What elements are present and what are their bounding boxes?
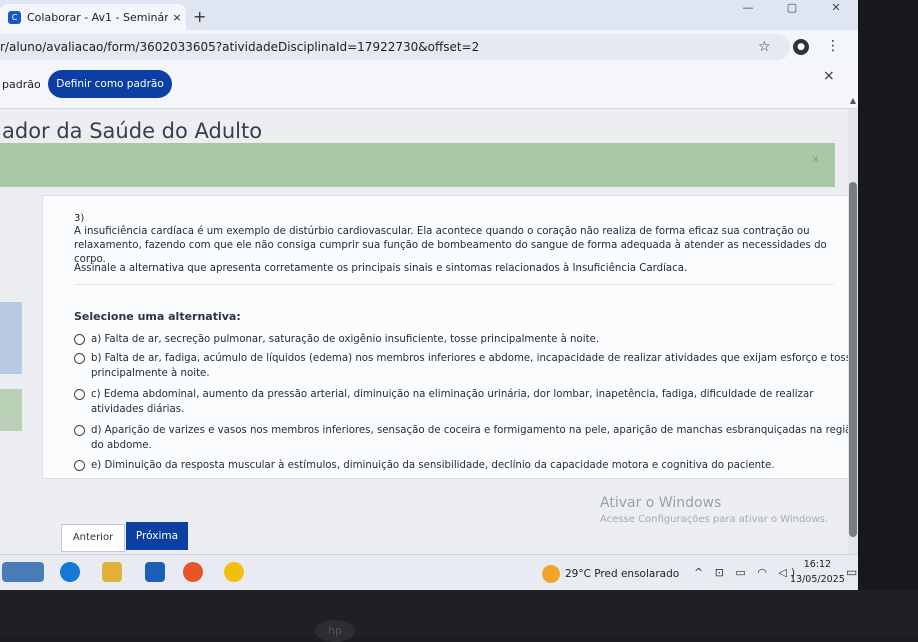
chrome-icon[interactable] [224, 562, 244, 582]
question-text: A insuficiência cardíaca é um exemplo de… [74, 226, 827, 265]
taskbar: 29°C Pred ensolarado ^ ⊡ ▭ ◠ ◁) 16:12 13… [0, 554, 858, 590]
edge-icon[interactable] [60, 562, 80, 582]
option-label: c) Edema abdominal, aumento da pressão a… [91, 389, 814, 415]
band-close-icon[interactable]: × [812, 155, 820, 165]
set-default-button[interactable]: Definir como padrão [48, 70, 172, 98]
system-tray-icons[interactable]: ^ ⊡ ▭ ◠ ◁) [694, 566, 799, 579]
address-bar-row: r/aluno/avaliacao/form/3602033605?ativid… [0, 30, 858, 64]
notification-icon[interactable]: ▭ [846, 565, 857, 579]
screen: C Colaborar - Av1 - Seminário Int × + — … [0, 0, 858, 590]
header-band: × [0, 143, 835, 187]
side-panel-block [0, 389, 22, 431]
question-card: 3) A insuficiência cardíaca é um exemplo… [42, 195, 848, 479]
option-b[interactable]: b) Falta de ar, fadiga, acúmulo de líqui… [74, 351, 848, 381]
scrollbar-thumb[interactable] [849, 182, 857, 537]
mail-icon[interactable] [145, 562, 165, 582]
side-panel-block [0, 302, 22, 374]
select-label: Selecione uma alternativa: [74, 310, 241, 323]
favicon-icon: C [8, 10, 21, 24]
profile-icon[interactable]: ● [793, 39, 809, 55]
widgets-icon[interactable] [2, 562, 44, 582]
previous-button[interactable]: Anterior [61, 524, 125, 552]
radio-button[interactable] [74, 389, 85, 400]
screen-bezel [0, 590, 918, 637]
radio-button[interactable] [74, 353, 85, 364]
tab-strip: C Colaborar - Av1 - Seminário Int × + — … [0, 0, 858, 30]
clock-time: 16:12 [803, 559, 832, 570]
activate-windows-subtitle: Acesse Configurações para ativar o Windo… [600, 514, 829, 525]
infobar-text: padrão [2, 78, 41, 91]
bookmark-star-icon[interactable]: ☆ [758, 39, 771, 55]
page-title: ador da Saúde do Adulto [2, 119, 263, 143]
option-c[interactable]: c) Edema abdominal, aumento da pressão a… [74, 387, 848, 417]
hp-logo-icon: hp [315, 620, 355, 642]
weather-text[interactable]: 29°C Pred ensolarado [565, 568, 679, 580]
maximize-button[interactable]: ▢ [770, 0, 814, 20]
screen-bezel [858, 0, 918, 637]
minimize-button[interactable]: — [726, 0, 770, 20]
close-window-button[interactable]: ✕ [814, 0, 858, 20]
file-explorer-icon[interactable] [102, 562, 122, 582]
scroll-up-icon[interactable]: ▲ [848, 96, 858, 105]
clock-date: 13/05/2025 [790, 574, 845, 585]
menu-kebab-icon[interactable]: ⋮ [826, 38, 840, 54]
divider [74, 284, 834, 285]
next-button[interactable]: Próxima [126, 522, 188, 550]
tab-close-icon[interactable]: × [168, 11, 186, 24]
question-number: 3) [74, 213, 85, 224]
option-label: e) Diminuição da resposta muscular à est… [91, 460, 775, 471]
option-a[interactable]: a) Falta de ar, secreção pulmonar, satur… [74, 332, 848, 347]
option-label: d) Aparição de varizes e vasos nos membr… [91, 425, 848, 451]
default-browser-infobar: padrão Definir como padrão × [0, 64, 858, 109]
option-e[interactable]: e) Diminuição da resposta muscular à est… [74, 458, 848, 473]
browser-tab[interactable]: C Colaborar - Av1 - Seminário Int × [0, 4, 186, 30]
clock[interactable]: 16:12 13/05/2025 [790, 557, 845, 587]
radio-button[interactable] [74, 334, 85, 345]
window-controls: — ▢ ✕ [726, 0, 858, 20]
infobar-close-icon[interactable]: × [823, 68, 835, 84]
option-label: a) Falta de ar, secreção pulmonar, satur… [91, 334, 600, 345]
radio-button[interactable] [74, 460, 85, 471]
option-d[interactable]: d) Aparição de varizes e vasos nos membr… [74, 423, 848, 453]
weather-icon[interactable] [542, 565, 560, 583]
option-label: b) Falta de ar, fadiga, acúmulo de líqui… [91, 353, 848, 379]
url-input[interactable]: r/aluno/avaliacao/form/3602033605?ativid… [0, 34, 790, 60]
firefox-icon[interactable] [183, 562, 203, 582]
question-instruction: Assinale a alternativa que apresenta cor… [74, 263, 688, 274]
new-tab-button[interactable]: + [193, 7, 206, 26]
page-content: ador da Saúde do Adulto × 3) A insuficiê… [0, 109, 848, 554]
activate-windows-title: Ativar o Windows [600, 495, 722, 511]
tab-title: Colaborar - Av1 - Seminário Int [27, 10, 168, 24]
radio-button[interactable] [74, 425, 85, 436]
